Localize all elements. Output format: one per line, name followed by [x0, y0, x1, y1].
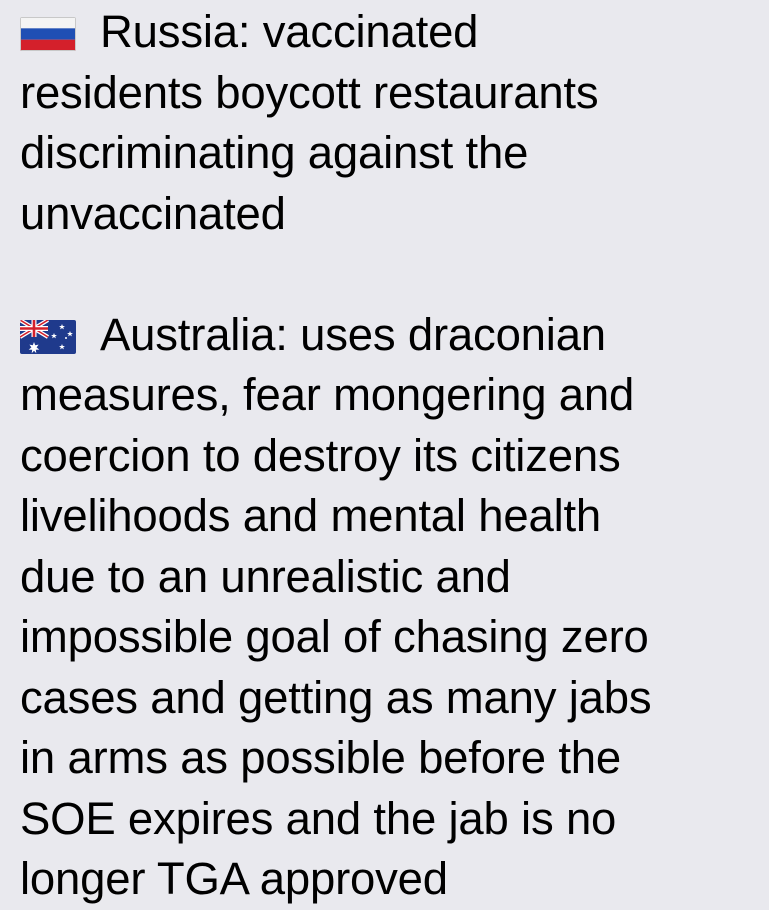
australia-text-line: measures, fear mongering and — [20, 369, 635, 420]
australia-text-line: SOE expires and the jab is no — [20, 792, 617, 844]
message-text-block: Russia: vaccinated residents boycott res… — [20, 2, 760, 910]
australia-text-line: Australia: uses draconian — [100, 308, 606, 360]
australia-text-line: impossible goal of chasing zero — [20, 611, 649, 662]
australia-text-line: in arms as possible before the — [20, 732, 621, 783]
australia-text-line: due to an unrealistic and — [20, 550, 511, 602]
australia-text-line: livelihoods and mental health — [20, 490, 602, 541]
russia-text-line: residents boycott restaurants — [20, 66, 599, 118]
australia-flag-icon — [20, 319, 76, 354]
russia-flag-icon — [20, 17, 76, 51]
russia-text-line: discriminating against the — [20, 127, 529, 178]
australia-text-line: coercion to destroy its citizens — [20, 429, 621, 481]
russia-text-line: unvaccinated — [20, 187, 286, 239]
australia-text-line: cases and getting as many jabs — [20, 671, 652, 723]
russia-line-1: Russia: vaccinated — [20, 2, 760, 63]
australia-line-1: Australia: uses draconian — [20, 305, 760, 366]
australia-text-line: longer TGA approved — [20, 853, 448, 904]
russia-text-line: Russia: vaccinated — [100, 6, 479, 57]
